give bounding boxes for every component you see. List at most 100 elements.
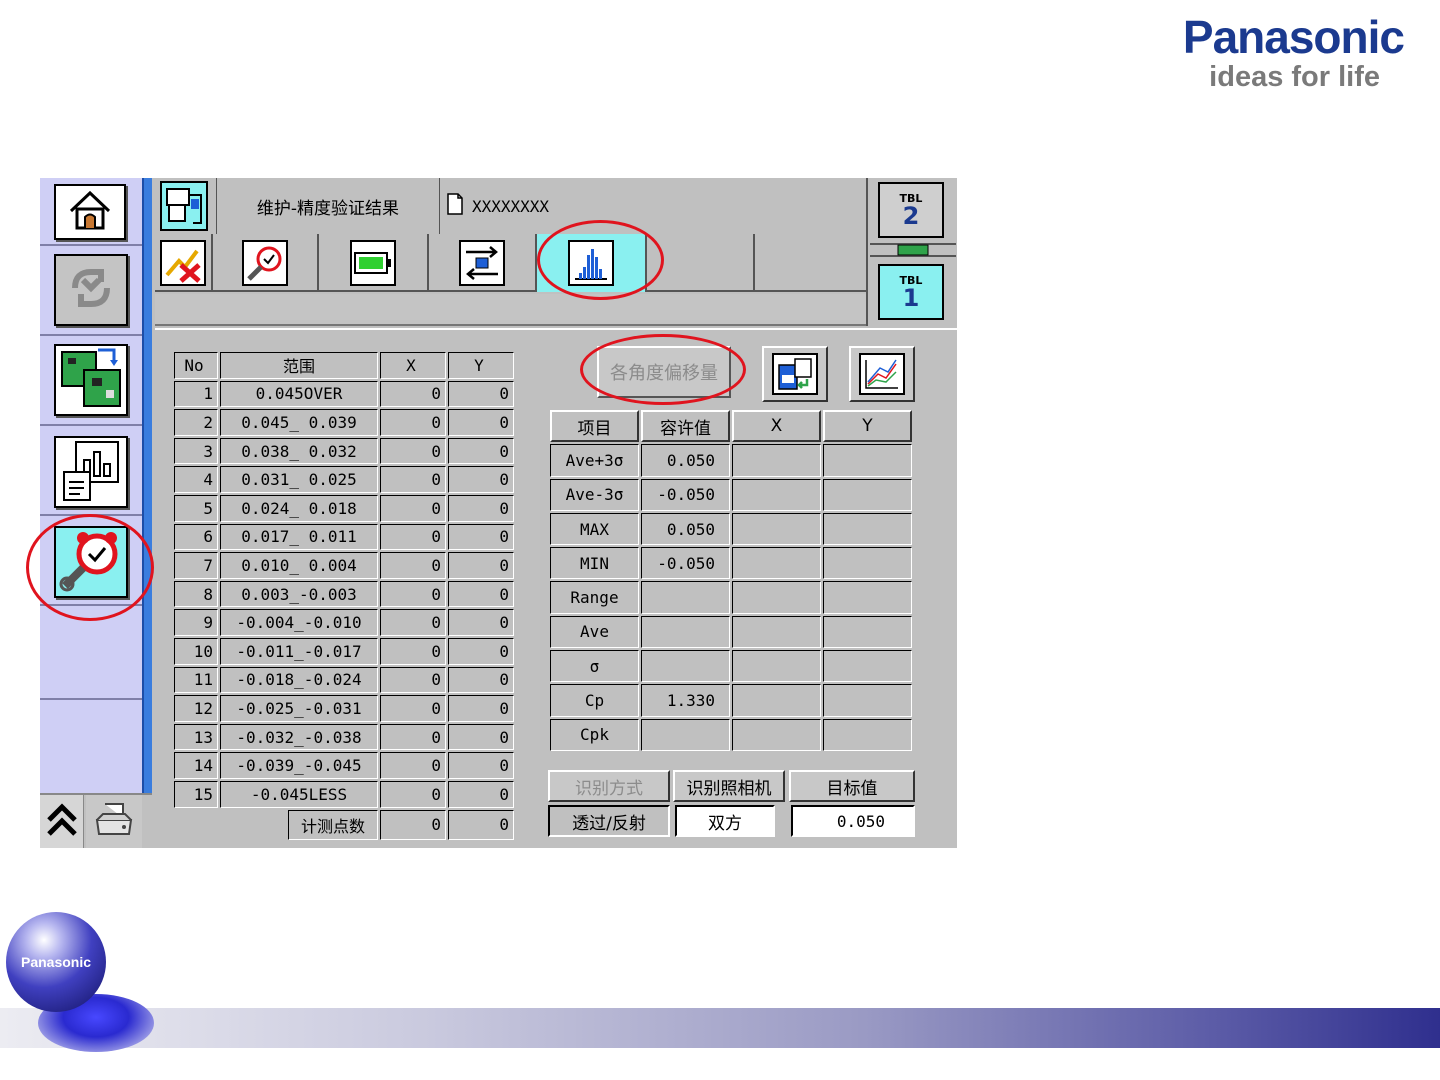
table-2-button[interactable]: TBL 2: [878, 182, 944, 238]
range-cell-x: 0: [380, 380, 446, 408]
double-chevron-up-icon: [45, 802, 79, 842]
highlight-histogram-tool: [537, 220, 664, 300]
table-selector: TBL 2 TBL 1: [866, 178, 957, 326]
range-cell-range: 0.031_ 0.025: [220, 466, 378, 493]
range-cell-range: -0.032_-0.038: [220, 723, 378, 751]
stat-cell-x: [732, 547, 821, 580]
page-up-button[interactable]: [40, 795, 84, 848]
printer-icon: [93, 800, 135, 844]
stat-cell-item: Ave: [550, 615, 639, 649]
range-cell-y: 0: [448, 723, 514, 751]
range-cell-y: 0: [448, 780, 514, 808]
range-cell-y: 0: [448, 695, 514, 722]
range-cell-x: 0: [380, 780, 446, 808]
stat-cell-x: [732, 581, 821, 614]
stat-cell-x: [732, 718, 821, 751]
home-button[interactable]: [54, 184, 126, 240]
target-value-button[interactable]: 目标值: [789, 770, 915, 802]
file-name-display: XXXXXXXX: [446, 178, 866, 234]
range-cell-range: 0.038_ 0.032: [220, 437, 378, 465]
table-row: 5 0.024_ 0.018 0 0: [174, 494, 514, 522]
range-cell-y: 0: [448, 409, 514, 436]
stat-cell-item: Cp: [550, 684, 639, 717]
stat-cell-item: Cpk: [550, 718, 639, 751]
range-cell-range: -0.018_-0.024: [220, 666, 378, 694]
range-cell-y: 0: [448, 437, 514, 465]
stat-row: MIN -0.050: [550, 547, 912, 580]
stat-row: Ave+3σ 0.050: [550, 444, 912, 477]
stat-cell-y: [823, 444, 912, 477]
error-reset-icon: [160, 240, 206, 286]
graph-view-button[interactable]: [849, 346, 915, 402]
range-cell-y: 0: [448, 637, 514, 665]
stat-row: Range: [550, 581, 912, 614]
range-cell-no: 2: [174, 409, 218, 436]
range-cell-range: 0.010_ 0.004: [220, 552, 378, 579]
stat-cell-tolerance: 0.050: [641, 444, 730, 477]
maintenance-tool[interactable]: [213, 234, 319, 292]
range-cell-y: 0: [448, 494, 514, 522]
stat-cell-tolerance: [641, 615, 730, 649]
stat-cell-y: [823, 615, 912, 649]
range-cell-y: 0: [448, 609, 514, 636]
highlight-angle-offset-button: [580, 334, 746, 405]
range-cell-no: 6: [174, 523, 218, 551]
range-cell-x: 0: [380, 437, 446, 465]
table-row: 10 -0.011_-0.017 0 0: [174, 637, 514, 665]
brand-logo: Panasonic ideas for life: [1183, 14, 1405, 94]
table-1-button[interactable]: TBL 1: [878, 264, 944, 320]
range-cell-no: 5: [174, 494, 218, 522]
stat-row: Cpk: [550, 718, 912, 751]
range-cell-x: 0: [380, 695, 446, 722]
recognition-method-value: 透过/反射: [548, 805, 670, 837]
error-reset-tool[interactable]: [155, 234, 213, 292]
column-header-x: X: [732, 410, 821, 443]
stat-cell-y: [823, 684, 912, 717]
target-value-field: 0.050: [791, 805, 915, 837]
data-transfer-button[interactable]: [54, 344, 128, 416]
toolbar: [155, 234, 866, 292]
table-link-indicator: [870, 240, 956, 260]
transfer-icon: [459, 240, 505, 286]
recognition-method-button[interactable]: 识别方式: [548, 770, 670, 802]
toolbar-empty-slot-2: [755, 234, 866, 292]
range-cell-range: 0.045_ 0.039: [220, 409, 378, 436]
count-row: 计测点数 0 0: [174, 809, 514, 840]
screen-type-icon: [160, 181, 208, 231]
print-button[interactable]: [86, 795, 142, 848]
stat-cell-tolerance: 0.050: [641, 512, 730, 546]
home-icon: [67, 189, 113, 235]
range-cell-no: 7: [174, 552, 218, 579]
range-cell-y: 0: [448, 666, 514, 694]
stat-row: Cp 1.330: [550, 684, 912, 717]
range-cell-no: 9: [174, 609, 218, 636]
sd-card-save-icon: [772, 353, 818, 395]
range-cell-y: 0: [448, 466, 514, 493]
range-cell-x: 0: [380, 666, 446, 694]
stat-cell-item: Ave+3σ: [550, 444, 639, 477]
stat-cell-y: [823, 650, 912, 683]
range-cell-no: 14: [174, 752, 218, 779]
save-to-sd-button[interactable]: [762, 346, 828, 402]
stat-cell-item: Ave-3σ: [550, 478, 639, 511]
machine-screen: 维护-精度验证结果 XXXXXXXX TBL 2 TBL 1 No 范围 X Y…: [40, 178, 957, 848]
range-cell-range: 0.045OVER: [220, 380, 378, 408]
stat-cell-tolerance: [641, 581, 730, 614]
transfer-tool[interactable]: [429, 234, 537, 292]
report-button[interactable]: [54, 436, 128, 508]
range-cell-x: 0: [380, 466, 446, 493]
battery-tool[interactable]: [319, 234, 429, 292]
stat-cell-tolerance: [641, 650, 730, 683]
range-cell-no: 11: [174, 666, 218, 694]
range-cell-x: 0: [380, 409, 446, 436]
sidebar-divider: [142, 178, 152, 848]
stat-cell-x: [732, 444, 821, 477]
stat-cell-tolerance: [641, 718, 730, 751]
recognition-camera-button[interactable]: 识别照相机: [673, 770, 785, 802]
page-title: 维护-精度验证结果: [216, 178, 440, 234]
count-label: 计测点数: [288, 809, 378, 840]
range-cell-no: 15: [174, 780, 218, 808]
production-button[interactable]: [54, 254, 128, 326]
count-y: 0: [448, 809, 514, 840]
stat-row: σ: [550, 650, 912, 683]
